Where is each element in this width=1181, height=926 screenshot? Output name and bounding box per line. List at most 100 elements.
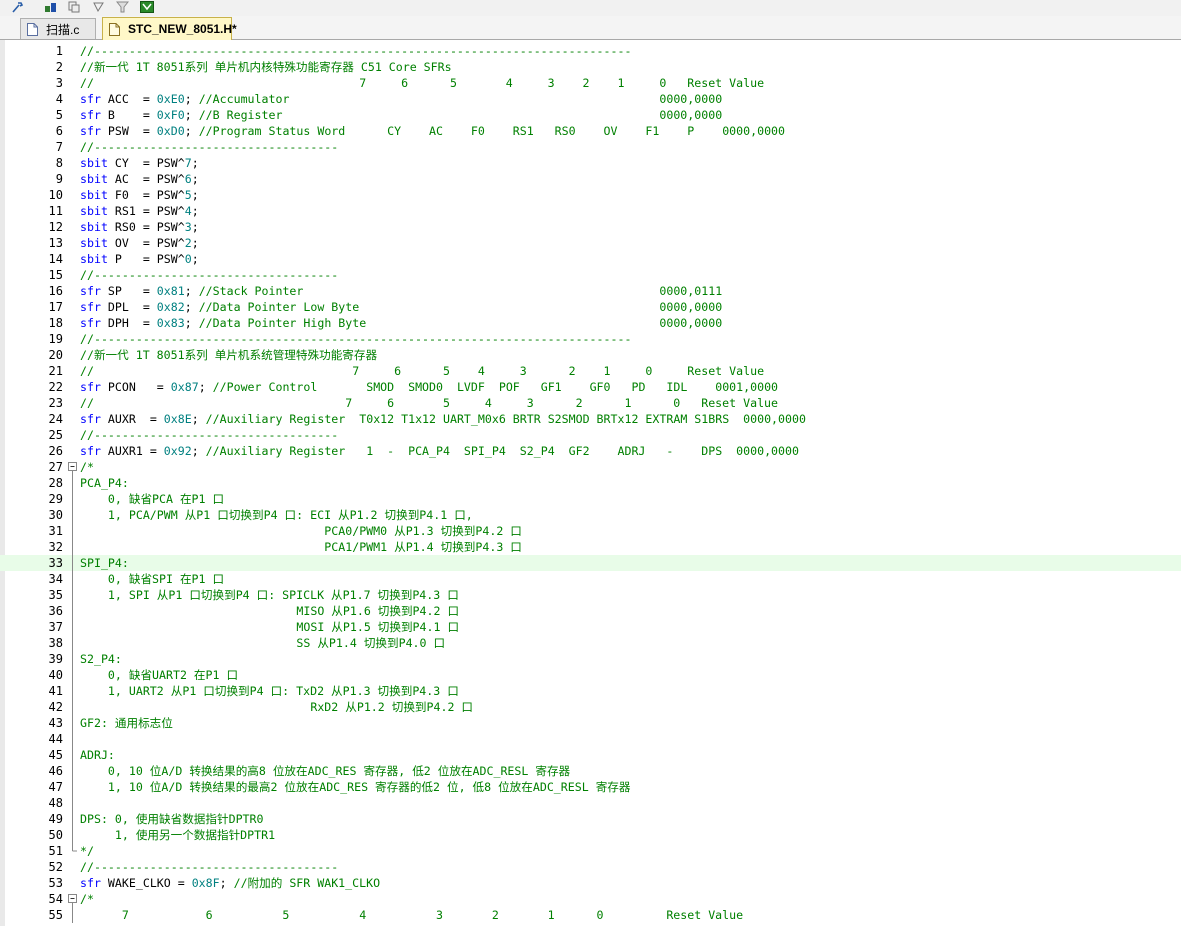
comment-token: //Accumulator 0000,0000 xyxy=(198,92,723,106)
code-line[interactable]: 23 // 7 6 5 4 3 2 1 0 Reset Value xyxy=(0,395,1181,411)
code-line[interactable]: 37 MOSI 从P1.5 切换到P4.1 口 xyxy=(0,619,1181,635)
fold-line-icon xyxy=(72,539,73,555)
comment-token: /* xyxy=(80,892,94,906)
code-text: // 7 6 5 4 3 2 1 0 Reset Value xyxy=(80,363,764,379)
code-line[interactable]: 29 0, 缺省PCA 在P1 口 xyxy=(0,491,1181,507)
code-line[interactable]: 36 MISO 从P1.6 切换到P4.2 口 xyxy=(0,603,1181,619)
keyword-token: sfr xyxy=(80,108,101,122)
fold-toggle-icon[interactable] xyxy=(67,891,79,907)
code-line[interactable]: 54 /* xyxy=(0,891,1181,907)
code-line[interactable]: 53 sfr WAKE_CLKO = 0x8F; //附加的 SFR WAK1_C… xyxy=(0,875,1181,891)
code-line[interactable]: 52 //----------------------------------- xyxy=(0,859,1181,875)
code-line[interactable]: 3 // 7 6 5 4 3 2 1 0 Reset Value xyxy=(0,75,1181,91)
code-line[interactable]: 44 xyxy=(0,731,1181,747)
code-line[interactable]: 39 S2_P4: xyxy=(0,651,1181,667)
build-icon[interactable] xyxy=(43,0,58,13)
download-icon[interactable] xyxy=(139,0,154,13)
keyword-token: sfr xyxy=(80,380,101,394)
fold-line-icon xyxy=(72,587,73,603)
code-line[interactable]: 25 //----------------------------------- xyxy=(0,427,1181,443)
copy-icon[interactable] xyxy=(67,0,82,13)
code-line[interactable]: 2 //新一代 1T 8051系列 单片机内核特殊功能寄存器 C51 Core S… xyxy=(0,59,1181,75)
number-token: 0x8E xyxy=(163,412,192,426)
code-line[interactable]: 28 PCA_P4: xyxy=(0,475,1181,491)
code-line[interactable]: 7 //----------------------------------- xyxy=(0,139,1181,155)
code-text: SS 从P1.4 切换到P4.0 口 xyxy=(80,635,445,651)
code-line[interactable]: 33 SPI_P4: xyxy=(0,555,1181,571)
code-line[interactable]: 16 sfr SP = 0x81; //Stack Pointer 0000,01… xyxy=(0,283,1181,299)
code-line[interactable]: 41 1, UART2 从P1 口切换到P4 口: TxD2 从P1.3 切换到… xyxy=(0,683,1181,699)
code-line[interactable]: 18 sfr DPH = 0x83; //Data Pointer High By… xyxy=(0,315,1181,331)
code-line[interactable]: 40 0, 缺省UART2 在P1 口 xyxy=(0,667,1181,683)
code-line[interactable]: 22 sfr PCON = 0x87; //Power Control SMOD … xyxy=(0,379,1181,395)
code-line[interactable]: 50 1, 使用另一个数据指针DPTR1 xyxy=(0,827,1181,843)
code-line[interactable]: 38 SS 从P1.4 切换到P4.0 口 xyxy=(0,635,1181,651)
line-number: 47 xyxy=(48,780,63,794)
code-line[interactable]: 32 PCA1/PWM1 从P1.4 切换到P4.3 口 xyxy=(0,539,1181,555)
code-line[interactable]: 43 GF2: 通用标志位 xyxy=(0,715,1181,731)
wrench-icon[interactable] xyxy=(10,0,25,13)
code-text: sbit P = PSW^0; xyxy=(80,251,199,267)
line-number: 1 xyxy=(55,44,63,58)
code-line[interactable]: 35 1, SPI 从P1 口切换到P4 口: SPICLK 从P1.7 切换到… xyxy=(0,587,1181,603)
plain-token: DPL = xyxy=(100,300,157,314)
code-line[interactable]: 6 sfr PSW = 0xD0; //Program Status Word C… xyxy=(0,123,1181,139)
tab-scan-c[interactable]: 扫描.c xyxy=(20,18,96,39)
code-line[interactable]: 4 sfr ACC = 0xE0; //Accumulator 0000,0000 xyxy=(0,91,1181,107)
code-text: sbit OV = PSW^2; xyxy=(80,235,199,251)
code-line[interactable]: 5 sfr B = 0xF0; //B Register 0000,0000 xyxy=(0,107,1181,123)
code-line[interactable]: 26 sfr AUXR1 = 0x92; //Auxiliary Register… xyxy=(0,443,1181,459)
comment-token: //附加的 SFR WAK1_CLKO xyxy=(233,876,381,890)
code-line[interactable]: 21 // 7 6 5 4 3 2 1 0 Reset Value xyxy=(0,363,1181,379)
code-line[interactable]: 14 sbit P = PSW^0; xyxy=(0,251,1181,267)
fold-toggle-icon[interactable] xyxy=(67,459,79,475)
code-line[interactable]: 13 sbit OV = PSW^2; xyxy=(0,235,1181,251)
code-line[interactable]: 9 sbit AC = PSW^6; xyxy=(0,171,1181,187)
code-text: sfr AUXR = 0x8E; //Auxiliary Register T0… xyxy=(80,411,806,427)
code-line[interactable]: 46 0, 10 位A/D 转换结果的高8 位放在ADC_RES 寄存器, 低2… xyxy=(0,763,1181,779)
code-line[interactable]: 55 7 6 5 4 3 2 1 0 Reset Value xyxy=(0,907,1181,923)
code-line[interactable]: 8 sbit CY = PSW^7; xyxy=(0,155,1181,171)
code-line[interactable]: 10 sbit F0 = PSW^5; xyxy=(0,187,1181,203)
keyword-token: sfr xyxy=(80,124,101,138)
comment-token: DPS: 0, 使用缺省数据指针DPTR0 xyxy=(80,812,264,826)
code-line[interactable]: 12 sbit RS0 = PSW^3; xyxy=(0,219,1181,235)
comment-token: 1, PCA/PWM 从P1 口切换到P4 口: ECI 从P1.2 切换到P4… xyxy=(80,508,473,522)
comment-token: MOSI 从P1.5 切换到P4.1 口 xyxy=(80,620,460,634)
line-number: 12 xyxy=(48,220,63,234)
code-line[interactable]: 48 xyxy=(0,795,1181,811)
code-line[interactable]: 11 sbit RS1 = PSW^4; xyxy=(0,203,1181,219)
fold-line-icon xyxy=(72,747,73,763)
comment-token: GF2: 通用标志位 xyxy=(80,716,173,730)
code-line[interactable]: 31 PCA0/PWM0 从P1.3 切换到P4.2 口 xyxy=(0,523,1181,539)
code-text: 1, PCA/PWM 从P1 口切换到P4 口: ECI 从P1.2 切换到P4… xyxy=(80,507,473,523)
code-editor[interactable]: 1 //-------------------------------------… xyxy=(0,40,1181,926)
code-line[interactable]: 30 1, PCA/PWM 从P1 口切换到P4 口: ECI 从P1.2 切换… xyxy=(0,507,1181,523)
code-line[interactable]: 15 //----------------------------------- xyxy=(0,267,1181,283)
code-line[interactable]: 19 //------------------------------------… xyxy=(0,331,1181,347)
code-line[interactable]: 47 1, 10 位A/D 转换结果的最高2 位放在ADC_RES 寄存器的低2… xyxy=(0,779,1181,795)
line-number: 32 xyxy=(48,540,63,554)
code-line[interactable]: 1 //-------------------------------------… xyxy=(0,43,1181,59)
line-number: 41 xyxy=(48,684,63,698)
comment-token: //新一代 1T 8051系列 单片机内核特殊功能寄存器 C51 Core SF… xyxy=(80,60,452,74)
code-line[interactable]: 34 0, 缺省SPI 在P1 口 xyxy=(0,571,1181,587)
code-text: //--------------------------------------… xyxy=(80,43,631,59)
filter-icon[interactable] xyxy=(115,0,130,13)
code-line[interactable]: 24 sfr AUXR = 0x8E; //Auxiliary Register … xyxy=(0,411,1181,427)
insert-icon[interactable] xyxy=(91,0,106,13)
code-line[interactable]: 42 RxD2 从P1.2 切换到P4.2 口 xyxy=(0,699,1181,715)
comment-token: //Stack Pointer 0000,0111 xyxy=(198,284,723,298)
code-line[interactable]: 49 DPS: 0, 使用缺省数据指针DPTR0 xyxy=(0,811,1181,827)
code-line[interactable]: 45 ADRJ: xyxy=(0,747,1181,763)
code-text: // 7 6 5 4 3 2 1 0 Reset Value xyxy=(80,395,778,411)
plain-token: WAKE_CLKO = xyxy=(100,876,192,890)
line-number: 13 xyxy=(48,236,63,250)
code-text: 0, 10 位A/D 转换结果的高8 位放在ADC_RES 寄存器, 低2 位放… xyxy=(80,763,570,779)
code-line[interactable]: 27 /* xyxy=(0,459,1181,475)
comment-token: //Auxiliary Register 1 - PCA_P4 SPI_P4 S… xyxy=(205,444,799,458)
code-line[interactable]: 20 //新一代 1T 8051系列 单片机系统管理特殊功能寄存器 xyxy=(0,347,1181,363)
tab-stc-new-8051-h[interactable]: STC_NEW_8051.H* xyxy=(102,17,237,40)
code-line[interactable]: 17 sfr DPL = 0x82; //Data Pointer Low Byt… xyxy=(0,299,1181,315)
code-line[interactable]: 51 */ xyxy=(0,843,1181,859)
